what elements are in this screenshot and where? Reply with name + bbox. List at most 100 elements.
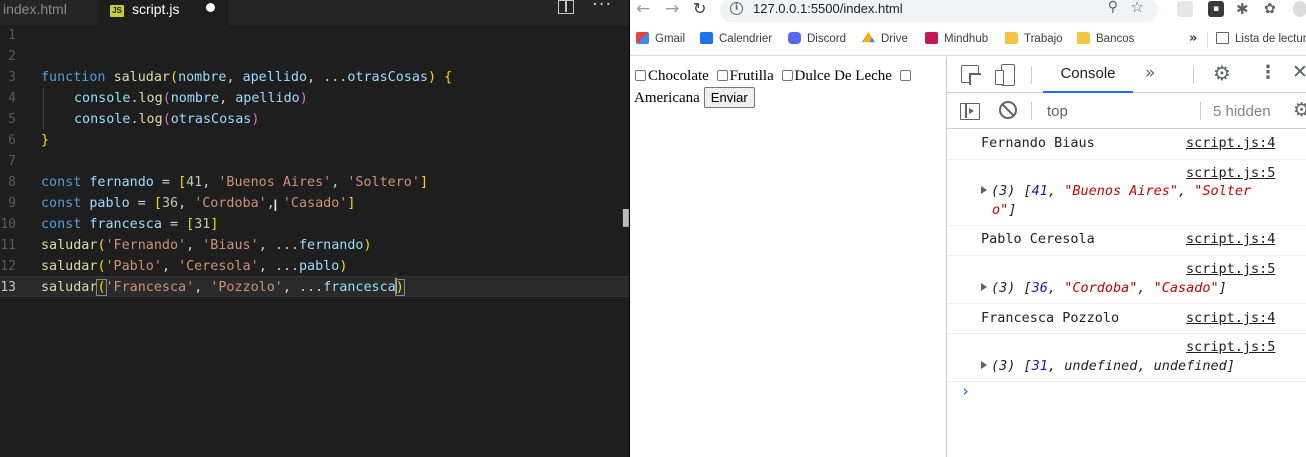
param: nombre — [178, 70, 227, 85]
bookmark-reading-list[interactable]: Lista de lectura — [1216, 24, 1306, 56]
bookmark-calendrier[interactable]: Calendrier — [700, 24, 772, 56]
gear-icon[interactable]: ⚙ — [1213, 61, 1231, 85]
bookmark-label: Lista de lectura — [1235, 33, 1306, 45]
device-toolbar-icon[interactable] — [995, 64, 1015, 86]
string-literal: 'Pablo' — [105, 259, 162, 274]
bookmark-bancos[interactable]: Bancos — [1077, 24, 1134, 56]
array-preview[interactable]: (3) [31, undefined, undefined] — [981, 358, 1235, 374]
console-settings-gear-icon[interactable]: ⚙ — [1293, 99, 1306, 121]
mindhub-icon — [925, 32, 938, 44]
checkbox-americana[interactable] — [899, 70, 911, 81]
function-call: saludar — [41, 280, 98, 295]
checkbox-label: Chocolate — [648, 68, 709, 84]
tab-label: script.js — [132, 1, 180, 17]
expand-triangle-icon[interactable] — [981, 283, 987, 291]
extension-icon[interactable]: ✿ — [1264, 1, 1280, 17]
line-number: 10 — [0, 217, 16, 232]
array-preview[interactable]: (3) [36, "Cordoba", "Casado"] — [981, 280, 1227, 296]
browser-toolbar: ← → ↻ i 127.0.0.1:5500/index.html ⚲ ☆ ▪ … — [630, 0, 1306, 24]
keyword: const — [41, 196, 82, 211]
code-editor[interactable]: index.html JS script.js ··· 1 2 3 function… — [0, 0, 629, 457]
reload-icon[interactable]: ↻ — [693, 0, 706, 20]
expand-triangle-icon[interactable] — [981, 361, 987, 369]
site-info-icon[interactable]: i — [730, 2, 743, 15]
split-editor-icon[interactable] — [558, 0, 574, 14]
close-icon[interactable]: ✕ — [1292, 61, 1306, 83]
bookmark-label: Bancos — [1096, 33, 1135, 45]
identifier: console — [74, 91, 131, 106]
bookmark-trabajo[interactable]: Trabajo — [1005, 24, 1063, 56]
zoom-search-icon[interactable]: ⚲ — [1108, 0, 1118, 15]
url-text[interactable]: 127.0.0.1:5500/index.html — [753, 1, 903, 16]
kebab-menu-icon[interactable]: ⋮ — [1259, 62, 1277, 83]
spread-operator: ... — [274, 238, 299, 253]
unsaved-dot-icon[interactable] — [206, 3, 215, 12]
profile-avatar-icon[interactable] — [1293, 1, 1306, 17]
line-number: 12 — [0, 259, 16, 274]
source-link[interactable]: script.js:4 — [1186, 135, 1275, 151]
string-literal: 'Soltero' — [347, 175, 420, 190]
identifier: nombre — [170, 91, 220, 106]
bookmark-star-icon[interactable]: ☆ — [1131, 0, 1144, 16]
tab-script-js[interactable]: JS script.js — [97, 0, 229, 25]
code-text: function saludar(nombre, apellido, ...ot… — [41, 70, 453, 85]
clear-console-icon[interactable] — [999, 101, 1017, 119]
array-length: (3) — [991, 358, 1016, 374]
more-tabs-icon[interactable]: » — [1145, 63, 1155, 83]
source-link[interactable]: script.js:4 — [1186, 310, 1275, 326]
method-name: log — [138, 91, 163, 106]
line-number: 8 — [8, 175, 16, 190]
context-selector[interactable]: top — [1047, 94, 1068, 129]
code-line-10: 10 const francesca = [31] — [0, 214, 629, 235]
number-literal: 31 — [194, 217, 211, 232]
string-literal: 'Biaus' — [202, 238, 259, 253]
forward-arrow-icon[interactable]: → — [665, 0, 679, 20]
bookmark-discord[interactable]: Discord — [788, 24, 846, 56]
source-link[interactable]: script.js:5 — [1186, 261, 1275, 277]
toolbar-separator — [1031, 102, 1032, 120]
checkbox-dulce-de-leche[interactable] — [781, 70, 793, 81]
method-name: log — [138, 112, 163, 127]
bookmark-mindhub[interactable]: Mindhub — [925, 24, 988, 56]
code-text: console.log(nombre, apellido) — [74, 91, 308, 106]
code-line-13-current[interactable]: 13 saludar('Francesca', 'Pozzolo', ...fra… — [0, 276, 629, 297]
log-text: Fernando Biaus — [981, 135, 1095, 151]
source-link[interactable]: script.js:4 — [1186, 231, 1275, 247]
inspect-element-icon[interactable] — [961, 65, 979, 83]
array-preview[interactable]: (3) [41, "Buenos Aires", "Solter — [981, 183, 1251, 199]
checkbox-chocolate[interactable] — [635, 70, 646, 81]
hidden-messages-count[interactable]: 5 hidden — [1213, 94, 1271, 129]
code-text: const pablo = [36, 'Cordoba', 'Casado'] — [41, 196, 356, 211]
bookmark-gmail[interactable]: Gmail — [636, 24, 685, 56]
log-text: Francesca Pozzolo — [981, 310, 1120, 326]
bookmarks-bar: Gmail Calendrier Discord Drive Mindhub T… — [630, 24, 1306, 56]
source-link[interactable]: script.js:5 — [1186, 165, 1275, 181]
spread-operator: ... — [274, 259, 299, 274]
address-bar[interactable]: i 127.0.0.1:5500/index.html ⚲ ☆ — [720, 0, 1158, 22]
bookmark-drive[interactable]: Drive — [862, 24, 908, 56]
extension-icon[interactable]: ▪ — [1208, 1, 1224, 17]
more-bookmarks-icon[interactable]: » — [1189, 24, 1197, 54]
enviar-button[interactable]: Enviar — [703, 87, 755, 108]
array-string: "Buenos Aires" — [1064, 183, 1178, 199]
code-line-9: 9 const pablo = [36, 'Cordoba', 'Casado'] — [0, 193, 629, 214]
show-sidebar-icon[interactable] — [960, 103, 980, 120]
console-message: Pablo Ceresola script.js:4 — [947, 226, 1306, 256]
number-literal: 41 — [186, 175, 203, 190]
back-arrow-icon[interactable]: ← — [636, 0, 650, 20]
bookmark-label: Discord — [807, 33, 846, 45]
toolbar-separator — [1031, 66, 1032, 84]
line-number: 11 — [0, 238, 16, 253]
console-prompt-chevron-icon[interactable]: › — [961, 382, 970, 400]
tab-index-html[interactable]: index.html — [0, 0, 95, 25]
checkbox-frutilla[interactable] — [716, 70, 728, 81]
more-actions-icon[interactable]: ··· — [592, 0, 612, 15]
source-link[interactable]: script.js:5 — [1186, 339, 1275, 355]
extension-icon[interactable] — [1177, 1, 1193, 17]
expand-triangle-icon[interactable] — [981, 186, 987, 194]
extensions-puzzle-icon[interactable]: ✱ — [1236, 1, 1252, 17]
log-text: Pablo Ceresola — [981, 231, 1095, 247]
string-literal: 'Cordoba' — [194, 196, 267, 211]
editor-tab-bar: index.html JS script.js ··· — [0, 0, 629, 25]
tab-console[interactable]: Console — [1043, 57, 1133, 93]
